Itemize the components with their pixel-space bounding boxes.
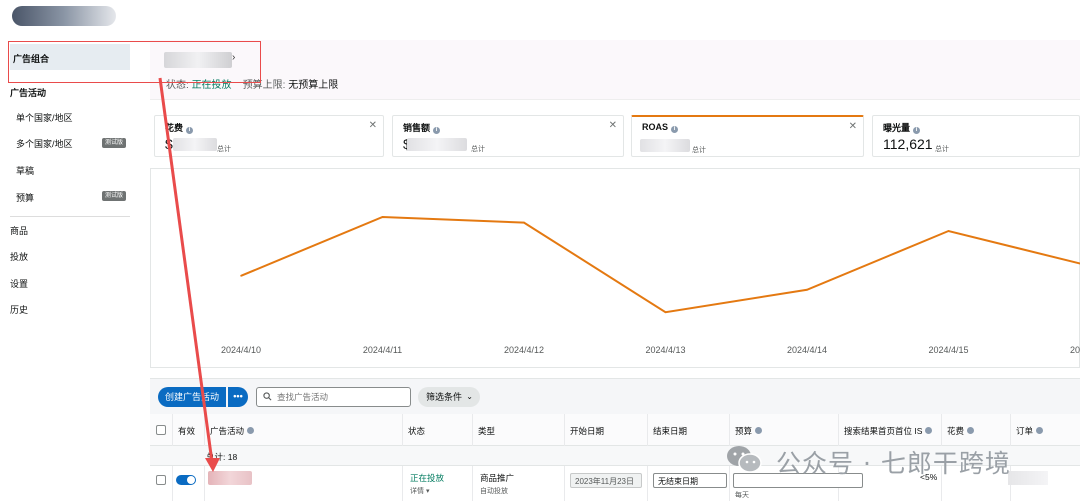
- row-checkbox[interactable]: [156, 475, 166, 485]
- metric-sub: 总计: [217, 146, 231, 153]
- col-end-date[interactable]: 结束日期: [653, 425, 687, 437]
- more-actions-button[interactable]: •••: [228, 387, 248, 407]
- campaign-search[interactable]: [256, 387, 411, 407]
- x-tick-label: 2024/4/13: [645, 345, 685, 355]
- x-tick-label: 2024/4/15: [928, 345, 968, 355]
- sidebar-item-targeting[interactable]: 投放: [10, 250, 28, 263]
- campaign-toolbar: 创建广告活动 ••• 筛选条件 ⌄: [150, 378, 1080, 414]
- col-status[interactable]: 状态: [408, 425, 425, 437]
- close-icon[interactable]: ✕: [849, 121, 857, 132]
- top-bar: [0, 0, 1080, 40]
- metric-value-hidden: [407, 138, 467, 151]
- col-campaign[interactable]: 广告活动: [210, 425, 255, 437]
- metric-value: 112,621: [883, 136, 933, 152]
- col-spend[interactable]: 花费: [947, 425, 975, 437]
- filter-label: 筛选条件: [426, 392, 463, 402]
- budget-cap-value: 无预算上限: [288, 80, 339, 91]
- metric-value-prefix: $: [165, 136, 173, 152]
- data-point[interactable]: [664, 311, 667, 313]
- info-icon[interactable]: i: [671, 126, 679, 133]
- annotation-box: [8, 41, 261, 83]
- data-point[interactable]: [240, 275, 242, 277]
- budget-period: 每天: [735, 492, 749, 499]
- sidebar-item-products[interactable]: 商品: [10, 224, 28, 237]
- watermark: 公众号 · 七郎干跨境: [724, 440, 1054, 480]
- x-tick-label: 2024/4/12: [504, 345, 544, 355]
- select-all-checkbox[interactable]: [156, 425, 166, 435]
- portfolio-header: › 状态: 正在投放 预算上限: 无预算上限: [150, 40, 1080, 100]
- data-point[interactable]: [523, 221, 525, 224]
- metric-sub: 总计: [471, 146, 485, 153]
- x-tick-label: 2024/4/11: [363, 345, 402, 355]
- data-point[interactable]: [381, 216, 384, 218]
- metric-label: 花费: [165, 123, 184, 133]
- beta-badge: 测试版: [102, 191, 126, 201]
- sidebar-item-multi-country[interactable]: 多个国家/地区: [16, 137, 73, 150]
- chevron-down-icon: ⌄: [466, 392, 473, 401]
- col-start-date[interactable]: 开始日期: [570, 425, 604, 437]
- sidebar-item-single-country[interactable]: 单个国家/地区: [16, 111, 73, 124]
- close-icon[interactable]: ✕: [609, 120, 617, 131]
- sidebar-item-budgets[interactable]: 预算: [16, 191, 34, 204]
- start-date-field: 2023年11月23日: [570, 473, 642, 488]
- x-tick-label: 2024/4/10: [221, 345, 261, 355]
- active-toggle[interactable]: [176, 475, 196, 485]
- metric-value-hidden: [173, 138, 217, 151]
- data-point[interactable]: [947, 230, 950, 232]
- chart-svg: 2024/4/10 2024/4/11 2024/4/12 2024/4/13 2024…: [221, 215, 1080, 355]
- search-icon: [263, 392, 272, 401]
- row-status: 正在投放: [410, 473, 445, 483]
- end-date-field[interactable]: 无结束日期: [653, 473, 727, 488]
- x-tick-label: 2024/4/16: [1070, 345, 1080, 355]
- col-active[interactable]: 有效: [178, 425, 195, 437]
- col-type[interactable]: 类型: [478, 425, 495, 437]
- row-type: 商品推广: [480, 473, 515, 483]
- row-type-sub: 自动投放: [480, 488, 508, 495]
- campaign-name-link[interactable]: [208, 471, 252, 485]
- sidebar-item-drafts[interactable]: 草稿: [16, 164, 34, 177]
- info-icon[interactable]: i: [913, 127, 921, 134]
- metric-value-hidden: [640, 139, 690, 152]
- metric-sub: 总计: [935, 146, 949, 153]
- sidebar-section-campaigns[interactable]: 广告活动: [10, 86, 46, 99]
- metric-card-impressions[interactable]: 曝光量 i 112,621 总计: [872, 115, 1080, 157]
- metric-card-sales[interactable]: 销售额i ✕ $ 总计: [392, 115, 624, 157]
- series-line: [240, 215, 1080, 314]
- performance-chart: 2024/4/10 2024/4/11 2024/4/12 2024/4/13 2024…: [150, 168, 1080, 368]
- metric-sub: 总计: [692, 147, 706, 154]
- sidebar-item-settings[interactable]: 设置: [10, 277, 28, 290]
- sidebar-item-history[interactable]: 历史: [10, 303, 28, 316]
- x-tick-label: 2024/4/14: [787, 345, 827, 355]
- create-campaign-button[interactable]: 创建广告活动: [158, 387, 226, 407]
- sidebar-divider: [10, 216, 130, 217]
- search-input[interactable]: [277, 390, 407, 404]
- info-icon[interactable]: i: [433, 127, 441, 134]
- metric-label: 曝光量: [883, 123, 911, 133]
- status-details-link[interactable]: 详情 ▾: [410, 486, 429, 496]
- metric-card-roas[interactable]: ROAS i ✕ 总计: [631, 115, 864, 157]
- wechat-icon: [727, 446, 762, 473]
- app-root: 广告组合 广告活动 单个国家/地区 多个国家/地区 测试版 草稿 预算 测试版 …: [0, 0, 1080, 501]
- col-top-of-search-is[interactable]: 搜索结果首页首位 IS: [844, 425, 933, 437]
- metric-card-spend[interactable]: 花费 i ✕ $ 总计: [154, 115, 384, 157]
- col-orders[interactable]: 订单: [1016, 425, 1044, 437]
- beta-badge: 测试版: [102, 138, 126, 148]
- total-count: 总计: 18: [206, 452, 238, 462]
- info-icon[interactable]: i: [186, 127, 194, 134]
- metric-label: 销售额: [403, 123, 431, 133]
- account-logo[interactable]: [12, 6, 116, 26]
- col-budget[interactable]: 预算: [735, 425, 763, 437]
- sidebar: 广告组合 广告活动 单个国家/地区 多个国家/地区 测试版 草稿 预算 测试版 …: [0, 40, 140, 501]
- metric-label: ROAS: [642, 122, 669, 132]
- data-point[interactable]: [806, 289, 808, 291]
- close-icon[interactable]: ✕: [369, 120, 377, 131]
- filter-button[interactable]: 筛选条件 ⌄: [418, 387, 480, 407]
- watermark-text: 公众号 · 七郎干跨境: [776, 449, 1011, 478]
